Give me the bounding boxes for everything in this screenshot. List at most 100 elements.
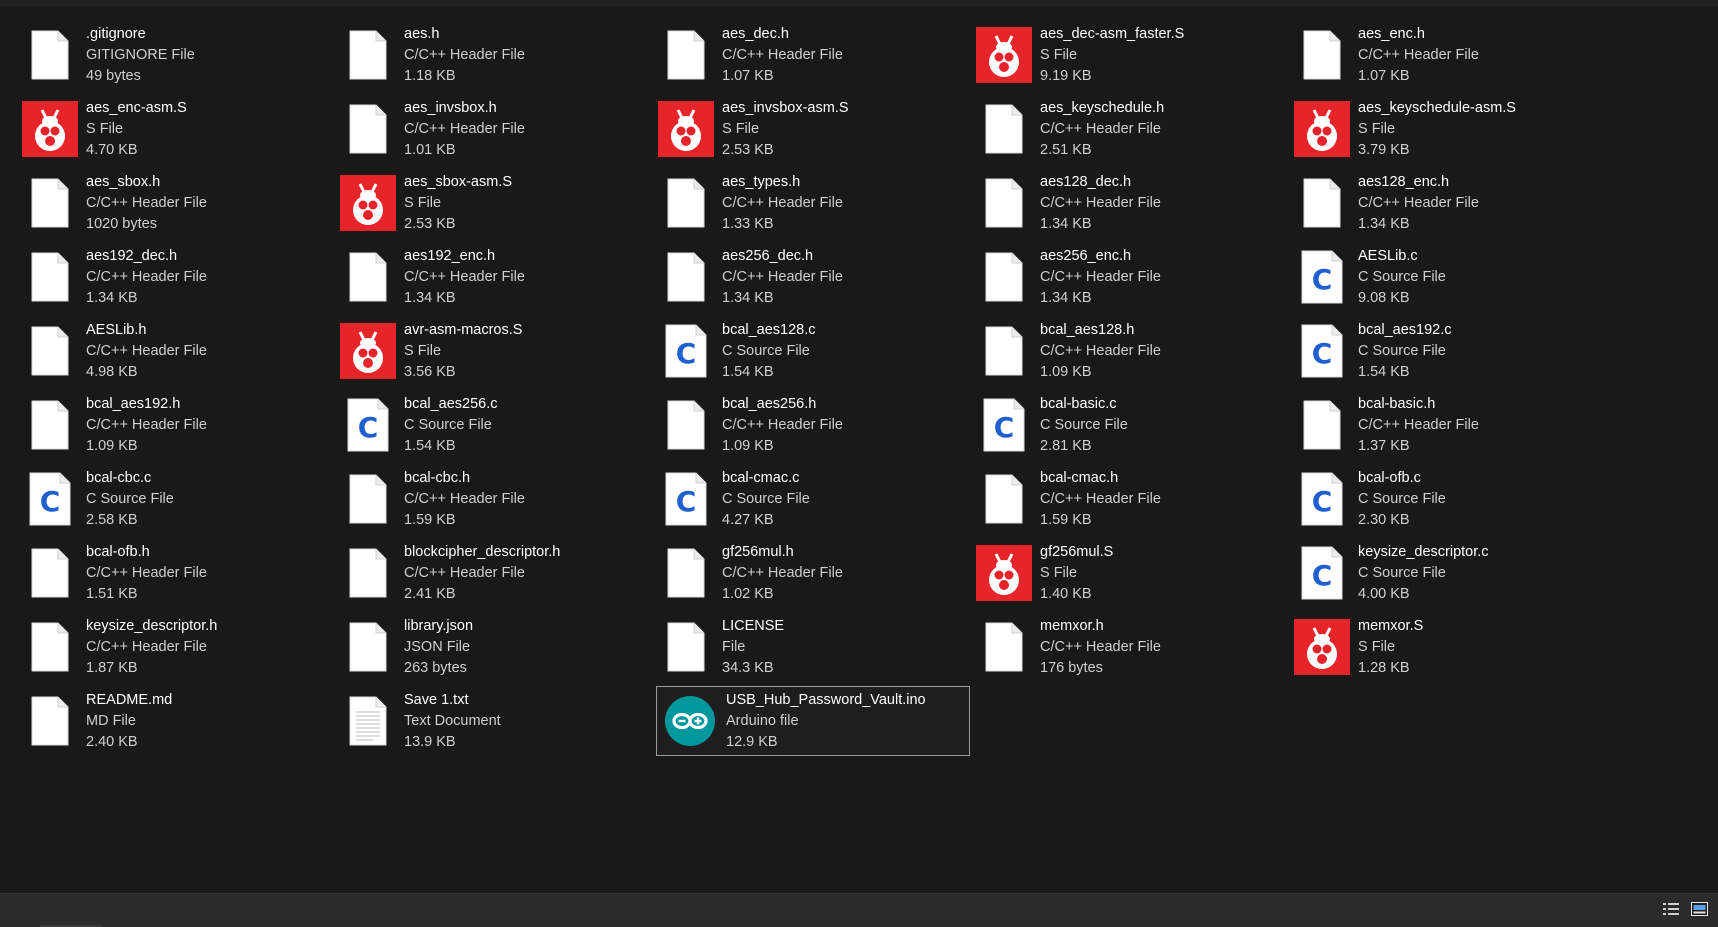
file-type: Text Document bbox=[404, 712, 501, 729]
file-item[interactable]: C AESLib.c C Source File 9.08 KB bbox=[1292, 242, 1606, 312]
file-item[interactable]: library.json JSON File 263 bytes bbox=[338, 612, 652, 682]
file-size: 1020 bytes bbox=[86, 215, 157, 232]
file-type: C Source File bbox=[1358, 268, 1446, 285]
file-item[interactable]: Save 1.txt Text Document 13.9 KB bbox=[338, 686, 652, 756]
file-details: aes_enc-asm.S S File 4.70 KB bbox=[86, 98, 187, 161]
file-item[interactable]: aes_enc-asm.S S File 4.70 KB bbox=[20, 94, 334, 164]
file-name: README.md bbox=[86, 691, 173, 708]
file-item[interactable]: aes_enc.h C/C++ Header File 1.07 KB bbox=[1292, 20, 1606, 90]
file-item[interactable]: blockcipher_descriptor.h C/C++ Header Fil… bbox=[338, 538, 652, 608]
file-item[interactable]: aes192_dec.h C/C++ Header File 1.34 KB bbox=[20, 242, 334, 312]
file-size: 1.33 KB bbox=[722, 215, 774, 232]
svg-text:C: C bbox=[1312, 559, 1333, 592]
file-name: memxor.S bbox=[1358, 617, 1424, 634]
file-item[interactable]: README.md MD File 2.40 KB bbox=[20, 686, 334, 756]
file-item[interactable]: aes_invsbox-asm.S S File 2.53 KB bbox=[656, 94, 970, 164]
file-details: aes192_dec.h C/C++ Header File 1.34 KB bbox=[86, 246, 207, 309]
file-type: S File bbox=[1040, 564, 1078, 581]
file-type: C/C++ Header File bbox=[404, 564, 525, 581]
large-icons-view-button[interactable] bbox=[1690, 901, 1708, 919]
file-item[interactable]: Cbcal-basic.c C Source File 2.81 KB bbox=[974, 390, 1288, 460]
c-source-file-icon: C bbox=[656, 469, 716, 529]
file-item[interactable]: aes_dec.h C/C++ Header File 1.07 KB bbox=[656, 20, 970, 90]
file-size: 4.00 KB bbox=[1358, 585, 1410, 602]
file-size: 1.34 KB bbox=[1358, 215, 1410, 232]
details-view-button[interactable] bbox=[1662, 902, 1680, 919]
file-type: C/C++ Header File bbox=[86, 564, 207, 581]
file-details: avr-asm-macros.S S File 3.56 KB bbox=[404, 320, 522, 383]
file-item[interactable]: Cbcal_aes128.c C Source File 1.54 KB bbox=[656, 316, 970, 386]
file-item[interactable]: Cbcal_aes256.c C Source File 1.54 KB bbox=[338, 390, 652, 460]
file-item[interactable]: LICENSE File 34.3 KB bbox=[656, 612, 970, 682]
file-item[interactable]: gf256mul.S S File 1.40 KB bbox=[974, 538, 1288, 608]
file-item[interactable]: keysize_descriptor.h C/C++ Header File 1.8… bbox=[20, 612, 334, 682]
file-size: 2.41 KB bbox=[404, 585, 456, 602]
file-details: Save 1.txt Text Document 13.9 KB bbox=[404, 690, 501, 753]
file-item[interactable]: bcal-cbc.h C/C++ Header File 1.59 KB bbox=[338, 464, 652, 534]
file-type: S File bbox=[404, 342, 442, 359]
file-item[interactable]: memxor.h C/C++ Header File 176 bytes bbox=[974, 612, 1288, 682]
file-item[interactable]: avr-asm-macros.S S File 3.56 KB bbox=[338, 316, 652, 386]
ladybug-file-icon bbox=[20, 99, 80, 159]
file-name: bcal-cmac.c bbox=[722, 469, 800, 486]
file-item[interactable]: Cbcal_aes192.c C Source File 1.54 KB bbox=[1292, 316, 1606, 386]
file-type: File bbox=[722, 638, 746, 655]
file-item[interactable]: aes256_enc.h C/C++ Header File 1.34 KB bbox=[974, 242, 1288, 312]
file-name: aes_invsbox.h bbox=[404, 99, 497, 116]
file-item[interactable]: aes128_dec.h C/C++ Header File 1.34 KB bbox=[974, 168, 1288, 238]
file-type: C/C++ Header File bbox=[1040, 342, 1161, 359]
file-name: aes_sbox.h bbox=[86, 173, 161, 190]
file-size: 1.37 KB bbox=[1358, 437, 1410, 454]
file-item[interactable]: bcal_aes192.h C/C++ Header File 1.09 KB bbox=[20, 390, 334, 460]
file-type: C Source File bbox=[722, 342, 810, 359]
svg-text:C: C bbox=[358, 411, 379, 444]
file-type: C/C++ Header File bbox=[1040, 268, 1161, 285]
file-item[interactable]: aes_sbox-asm.S S File 2.53 KB bbox=[338, 168, 652, 238]
file-item[interactable]: bcal-ofb.h C/C++ Header File 1.51 KB bbox=[20, 538, 334, 608]
file-details: bcal-basic.c C Source File 2.81 KB bbox=[1040, 394, 1128, 457]
file-icon bbox=[338, 469, 398, 529]
file-item[interactable]: gf256mul.h C/C++ Header File 1.02 KB bbox=[656, 538, 970, 608]
file-item[interactable]: AESLib.h C/C++ Header File 4.98 KB bbox=[20, 316, 334, 386]
file-name: aes_sbox-asm.S bbox=[404, 173, 512, 190]
ladybug-file-icon bbox=[338, 321, 398, 381]
file-item[interactable]: bcal-cmac.h C/C++ Header File 1.59 KB bbox=[974, 464, 1288, 534]
file-item[interactable]: aes128_enc.h C/C++ Header File 1.34 KB bbox=[1292, 168, 1606, 238]
file-item[interactable]: bcal_aes128.h C/C++ Header File 1.09 KB bbox=[974, 316, 1288, 386]
file-icon bbox=[656, 25, 716, 85]
file-details: aes_sbox-asm.S S File 2.53 KB bbox=[404, 172, 512, 235]
file-item[interactable]: aes_types.h C/C++ Header File 1.33 KB bbox=[656, 168, 970, 238]
file-type: S File bbox=[1358, 120, 1396, 137]
file-item[interactable]: aes_invsbox.h C/C++ Header File 1.01 KB bbox=[338, 94, 652, 164]
file-item[interactable]: bcal-basic.h C/C++ Header File 1.37 KB bbox=[1292, 390, 1606, 460]
file-item[interactable]: aes_keyschedule-asm.S S File 3.79 KB bbox=[1292, 94, 1606, 164]
file-size: 2.30 KB bbox=[1358, 511, 1410, 528]
file-item[interactable]: Ckeysize_descriptor.c C Source File 4.00 K… bbox=[1292, 538, 1606, 608]
file-details: bcal-cmac.c C Source File 4.27 KB bbox=[722, 468, 810, 531]
file-name: aes_enc-asm.S bbox=[86, 99, 187, 116]
file-name: aes256_enc.h bbox=[1040, 247, 1132, 264]
file-item[interactable]: bcal_aes256.h C/C++ Header File 1.09 KB bbox=[656, 390, 970, 460]
file-item[interactable]: Cbcal-cbc.c C Source File 2.58 KB bbox=[20, 464, 334, 534]
file-icon bbox=[1292, 25, 1352, 85]
file-item[interactable]: Cbcal-ofb.c C Source File 2.30 KB bbox=[1292, 464, 1606, 534]
file-item[interactable]: aes_sbox.h C/C++ Header File 1020 bytes bbox=[20, 168, 334, 238]
file-size: 2.53 KB bbox=[722, 141, 774, 158]
file-type: C/C++ Header File bbox=[404, 490, 525, 507]
file-details: README.md MD File 2.40 KB bbox=[86, 690, 172, 753]
file-item[interactable]: memxor.S S File 1.28 KB bbox=[1292, 612, 1606, 682]
file-item[interactable]: USB_Hub_Password_Vault.ino Arduino file 12… bbox=[656, 686, 970, 756]
file-item[interactable]: aes_dec-asm_faster.S S File 9.19 KB bbox=[974, 20, 1288, 90]
file-size: 3.79 KB bbox=[1358, 141, 1410, 158]
file-item[interactable]: aes192_enc.h C/C++ Header File 1.34 KB bbox=[338, 242, 652, 312]
file-item[interactable]: aes.h C/C++ Header File 1.18 KB bbox=[338, 20, 652, 90]
file-size: 34.3 KB bbox=[722, 659, 774, 676]
file-size: 1.01 KB bbox=[404, 141, 456, 158]
file-item[interactable]: Cbcal-cmac.c C Source File 4.27 KB bbox=[656, 464, 970, 534]
file-item[interactable]: .gitignore GITIGNORE File 49 bytes bbox=[20, 20, 334, 90]
file-item[interactable]: aes256_dec.h C/C++ Header File 1.34 KB bbox=[656, 242, 970, 312]
file-icon bbox=[974, 617, 1034, 677]
file-item[interactable]: aes_keyschedule.h C/C++ Header File 2.51 K… bbox=[974, 94, 1288, 164]
file-type: C/C++ Header File bbox=[404, 120, 525, 137]
file-list-pane[interactable]: .gitignore GITIGNORE File 49 bytes aes.h C/C… bbox=[0, 0, 1718, 893]
